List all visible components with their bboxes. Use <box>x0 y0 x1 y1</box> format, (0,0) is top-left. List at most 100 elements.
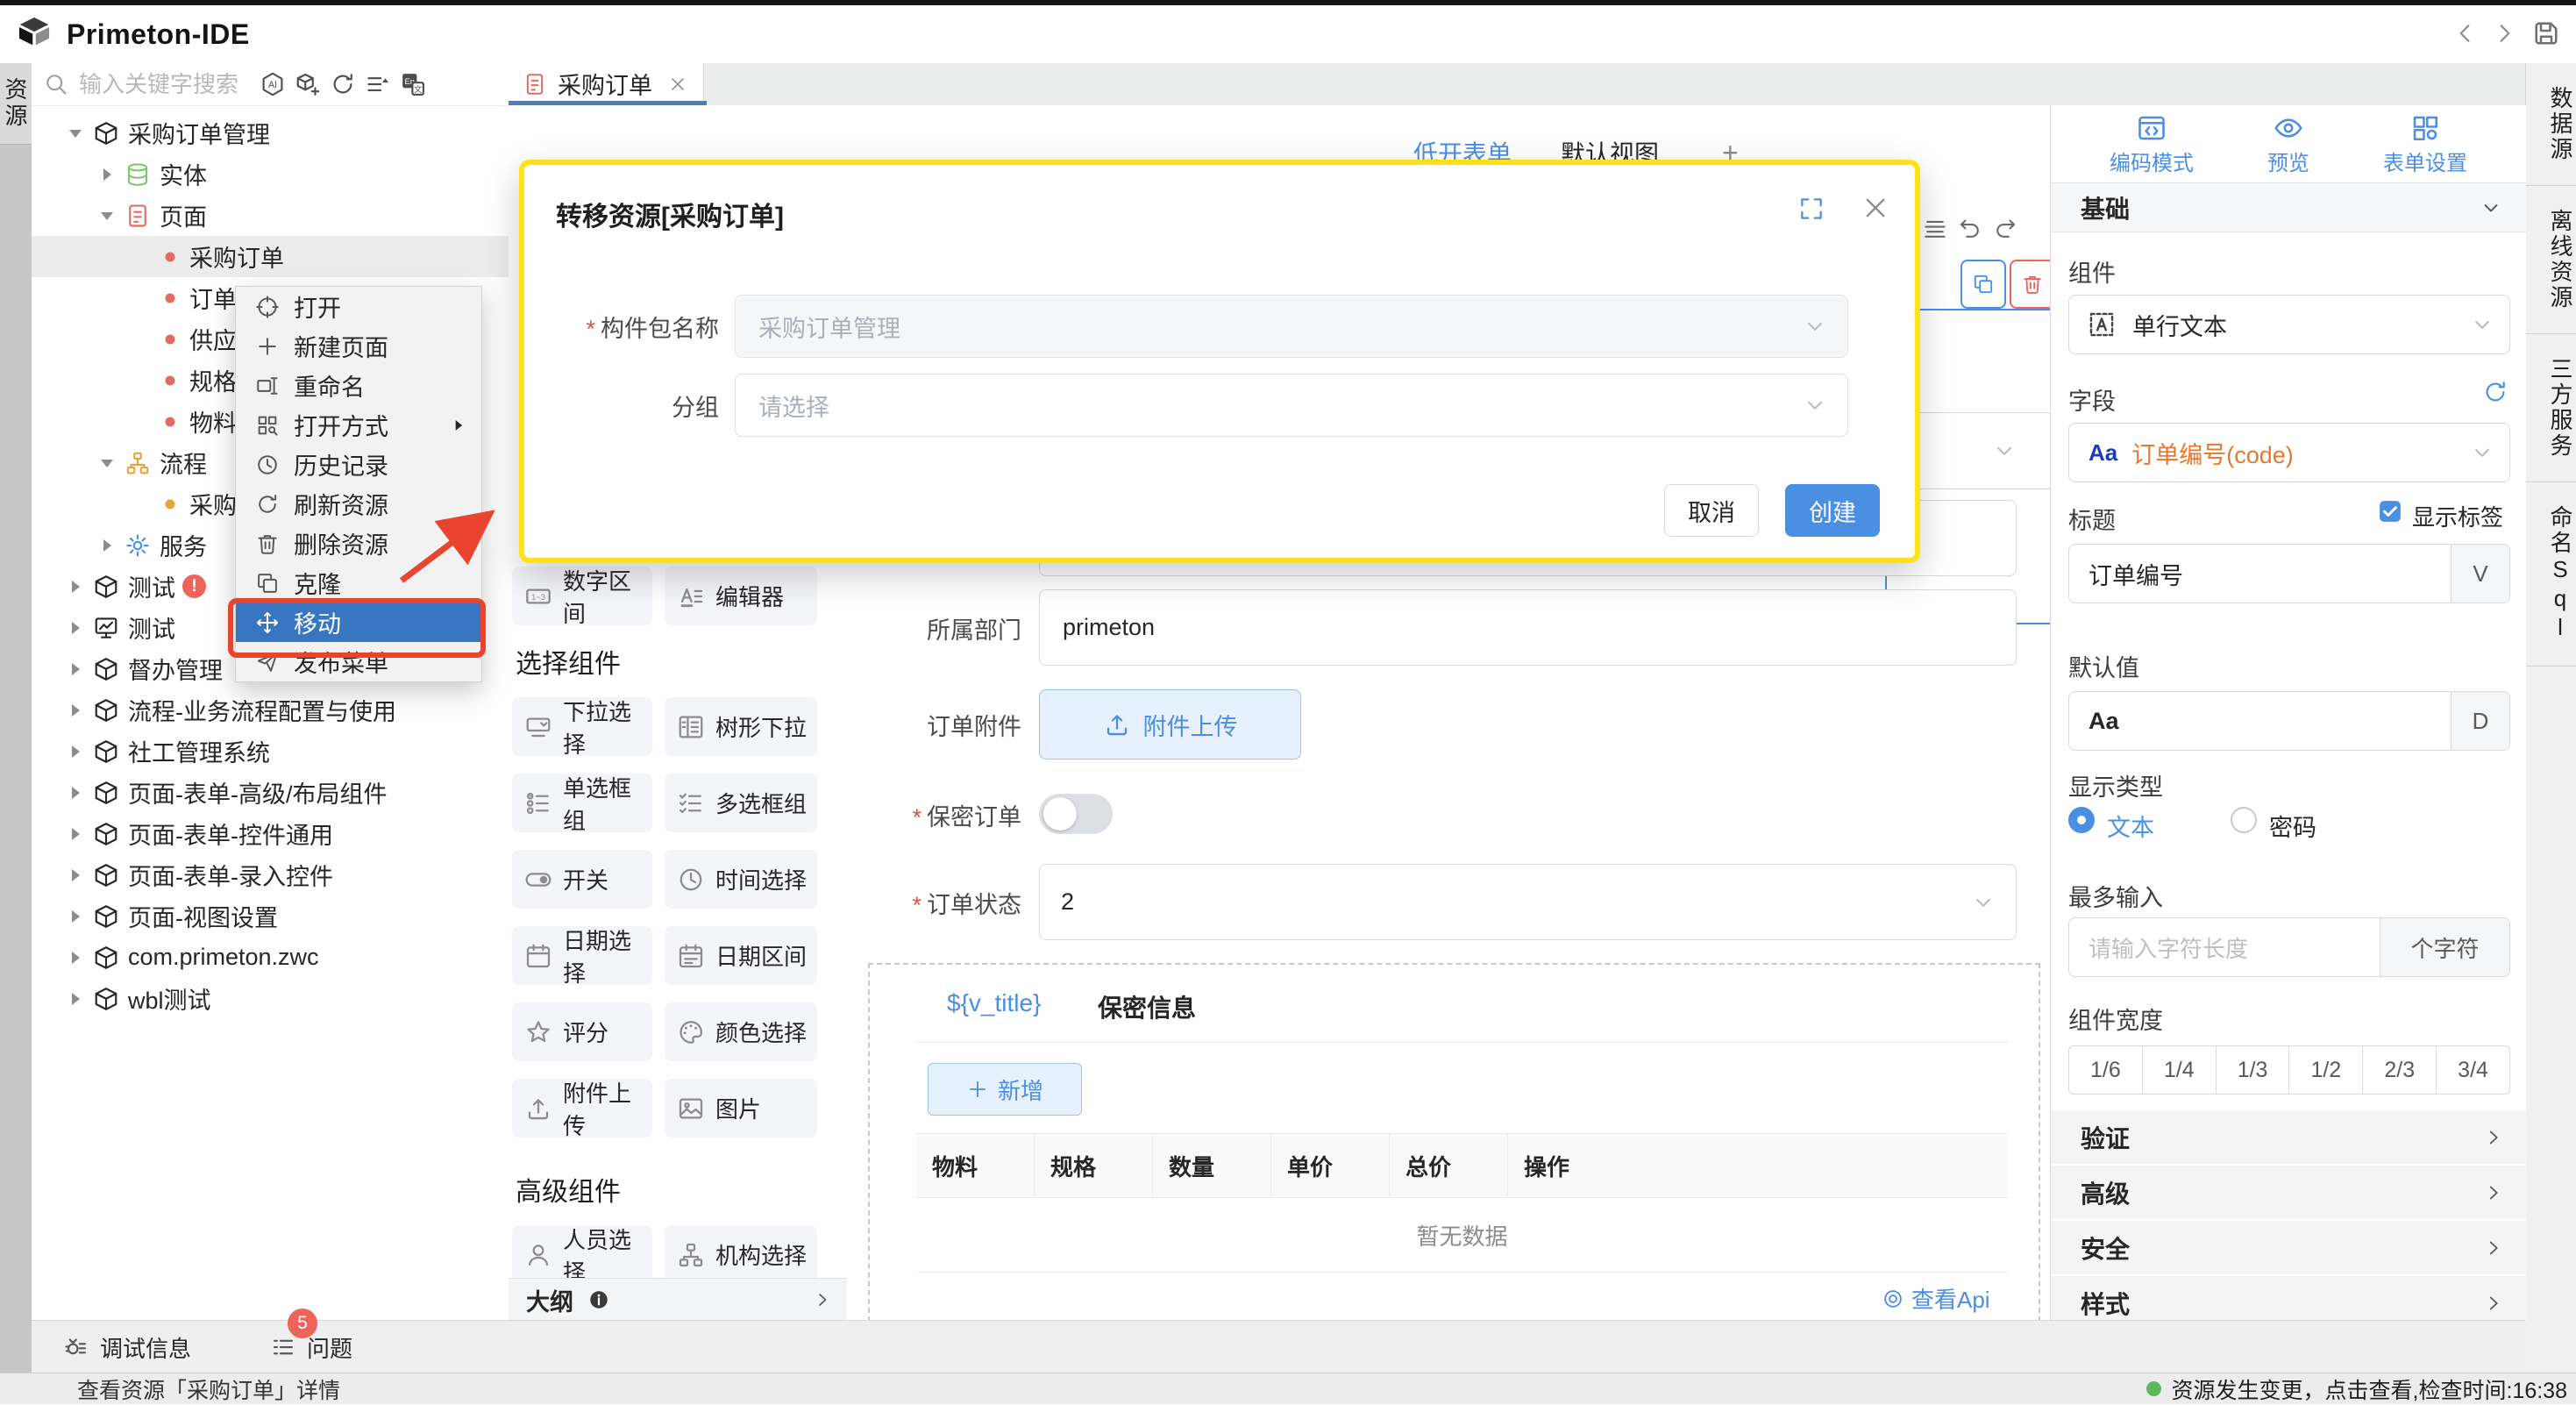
show-label-checkbox[interactable] <box>2377 498 2403 524</box>
tree-item[interactable]: 页面 <box>32 195 509 236</box>
rail-tab-resources[interactable]: 资源 <box>0 63 32 145</box>
explorer-toolbar-icon[interactable] <box>365 71 391 97</box>
table-column-header[interactable]: 数量 <box>1153 1134 1271 1197</box>
palette-item[interactable]: 机构选择 <box>665 1225 817 1284</box>
redo-icon[interactable] <box>1992 216 2018 242</box>
tree-item[interactable]: 采购订单管理 <box>32 112 509 153</box>
caret-icon[interactable] <box>65 123 86 144</box>
caret-icon[interactable] <box>65 865 86 886</box>
palette-item[interactable]: 1~3 数字区间 <box>512 567 652 625</box>
caret-icon[interactable] <box>96 453 117 474</box>
tree-item[interactable]: 实体 <box>32 153 509 195</box>
close-icon[interactable] <box>668 75 687 94</box>
inspector-accordion-section[interactable]: 安全 <box>2051 1221 2526 1276</box>
component-select[interactable]: 单行文本 <box>2068 295 2510 354</box>
explorer-toolbar-icon[interactable]: En文 <box>400 71 426 97</box>
secret-order-toggle[interactable] <box>1039 794 1113 834</box>
palette-item[interactable]: 时间选择 <box>665 850 817 909</box>
field-select[interactable]: Aa 订单编号(code) <box>2068 423 2510 482</box>
tree-item[interactable]: 采购订单 <box>32 236 509 277</box>
caret-icon[interactable] <box>65 659 86 680</box>
fullscreen-icon[interactable] <box>1797 195 1825 223</box>
outline-bar[interactable]: 大纲 <box>509 1278 847 1321</box>
palette-item[interactable]: 单选框组 <box>512 774 652 832</box>
table-column-header[interactable]: 物料 <box>916 1134 1035 1197</box>
right-rail-tab[interactable]: 离线资源 <box>2526 186 2576 334</box>
width-option[interactable]: 3/4 <box>2437 1046 2509 1094</box>
problems-item[interactable]: 问题 <box>270 1331 352 1364</box>
context-menu-item[interactable]: 刷新资源 <box>236 484 481 524</box>
width-option[interactable]: 2/3 <box>2363 1046 2437 1094</box>
palette-item[interactable]: 图片 <box>665 1079 817 1138</box>
table-column-header[interactable]: 总价 <box>1390 1134 1508 1197</box>
palette-item[interactable]: 树形下拉 <box>665 697 817 756</box>
palette-item[interactable]: 附件上传 <box>512 1079 652 1138</box>
max-input[interactable]: 请输入字符长度 个字符 <box>2068 917 2510 977</box>
context-menu-item[interactable]: 移动 <box>236 603 481 642</box>
tree-item[interactable]: 页面-视图设置 <box>32 895 509 937</box>
palette-item[interactable]: 人员选择 <box>512 1225 652 1284</box>
view-api-link[interactable]: 查看Api <box>1882 1282 1990 1315</box>
table-column-header[interactable]: 操作 <box>1508 1134 2008 1197</box>
tree-item[interactable]: com.primeton.zwc <box>32 937 509 978</box>
title-input[interactable]: 订单编号 V <box>2068 544 2510 603</box>
radio-text-label[interactable]: 文本 <box>2107 809 2154 843</box>
tree-item[interactable]: 页面-表单-录入控件 <box>32 854 509 895</box>
subform-tab-variable-title[interactable]: ${v_title} <box>947 989 1041 1017</box>
caret-icon[interactable] <box>65 782 86 803</box>
status-right-group[interactable]: 资源发生变更，点击查看,检查时间:16:38 <box>2146 1373 2567 1405</box>
width-option[interactable]: 1/3 <box>2217 1046 2290 1094</box>
caret-icon[interactable] <box>65 947 86 968</box>
inspector-toolbar-item[interactable]: 编码模式 <box>2110 112 2194 182</box>
attachment-upload-button[interactable]: 附件上传 <box>1039 689 1301 760</box>
refresh-field-icon[interactable] <box>2482 379 2508 405</box>
width-option[interactable]: 1/4 <box>2143 1046 2217 1094</box>
right-rail-tab[interactable]: 三方服务 <box>2526 334 2576 482</box>
table-column-header[interactable]: 规格 <box>1035 1134 1153 1197</box>
explorer-toolbar-icon[interactable] <box>295 71 321 97</box>
caret-icon[interactable] <box>65 576 86 597</box>
dialog-field-select[interactable]: 采购订单管理 <box>735 295 1848 358</box>
context-menu-item[interactable]: 打开方式 <box>236 405 481 445</box>
create-button[interactable]: 创建 <box>1785 484 1880 537</box>
list-settings-icon[interactable] <box>1922 216 1948 242</box>
palette-item[interactable]: 多选框组 <box>665 774 817 832</box>
tree-item[interactable]: 页面-表单-高级/布局组件 <box>32 772 509 813</box>
search-input[interactable] <box>77 70 256 99</box>
caret-icon[interactable] <box>96 535 117 556</box>
context-menu-item[interactable]: 打开 <box>236 287 481 326</box>
right-rail-tab[interactable]: 数据源 <box>2526 63 2576 186</box>
caret-icon[interactable] <box>65 700 86 721</box>
back-icon[interactable] <box>2451 19 2480 47</box>
tree-item[interactable]: 流程-业务流程配置与使用 <box>32 689 509 731</box>
caret-icon[interactable] <box>65 741 86 762</box>
caret-icon[interactable] <box>96 205 117 226</box>
explorer-toolbar-icon[interactable]: AI <box>260 71 286 97</box>
palette-item[interactable]: 开关 <box>512 850 652 909</box>
chevron-right-icon[interactable] <box>812 1289 833 1310</box>
explorer-toolbar-icon[interactable] <box>330 71 356 97</box>
context-menu-item[interactable]: 删除资源 <box>236 524 481 563</box>
forward-icon[interactable] <box>2490 19 2518 47</box>
department-input[interactable] <box>1039 589 2017 666</box>
palette-item[interactable]: 评分 <box>512 1002 652 1061</box>
tree-item[interactable]: 社工管理系统 <box>32 731 509 772</box>
editor-tab-purchase-order[interactable]: 采购订单 <box>509 63 704 104</box>
close-icon[interactable] <box>1861 193 1890 223</box>
default-dynamic-addon[interactable]: D <box>2451 692 2509 750</box>
save-icon[interactable] <box>2530 18 2562 49</box>
width-option[interactable]: 1/6 <box>2069 1046 2143 1094</box>
cancel-button[interactable]: 取消 <box>1664 484 1759 537</box>
caret-icon[interactable] <box>65 617 86 638</box>
tree-item[interactable]: 页面-表单-控件通用 <box>32 813 509 854</box>
inspector-toolbar-item[interactable]: 表单设置 <box>2383 112 2467 182</box>
width-option[interactable]: 1/2 <box>2289 1046 2363 1094</box>
table-column-header[interactable]: 单价 <box>1271 1134 1390 1197</box>
radio-password-label[interactable]: 密码 <box>2269 809 2316 843</box>
context-menu-item[interactable]: 克隆 <box>236 563 481 603</box>
palette-item[interactable]: 日期区间 <box>665 926 817 985</box>
radio-password[interactable] <box>2231 807 2257 833</box>
context-menu-item[interactable]: 发布菜单 <box>236 642 481 681</box>
caret-icon[interactable] <box>65 824 86 845</box>
caret-icon[interactable] <box>96 164 117 185</box>
